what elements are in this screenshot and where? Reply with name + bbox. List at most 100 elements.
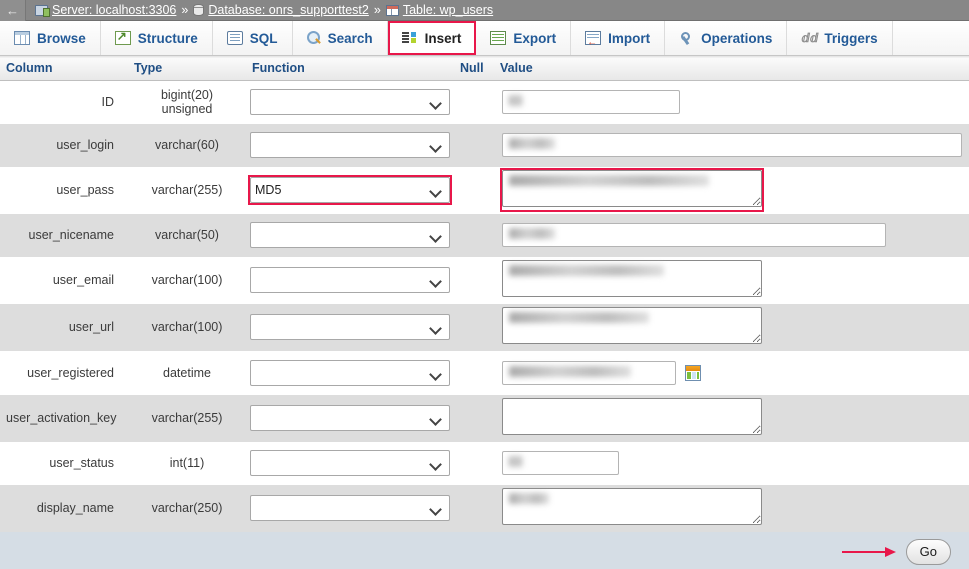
- table-row: user_url varchar(100): [0, 303, 969, 351]
- row-column-name: user_url: [0, 303, 128, 351]
- row-function-cell: [246, 303, 456, 351]
- table-row: user_pass varchar(255) MD5: [0, 166, 969, 214]
- row-value-cell: [494, 80, 969, 124]
- server-icon: [35, 4, 50, 17]
- value-textarea[interactable]: [502, 260, 762, 297]
- row-function-cell: [246, 256, 456, 304]
- value-input[interactable]: [502, 360, 676, 385]
- value-textarea[interactable]: [502, 398, 762, 435]
- sql-icon: [226, 31, 243, 45]
- value-input[interactable]: [502, 223, 886, 247]
- row-function-cell: [246, 80, 456, 124]
- row-column-name: user_activation_key: [0, 394, 128, 442]
- back-arrow-icon[interactable]: ←: [0, 0, 26, 21]
- value-field-wrapper: [500, 168, 764, 212]
- go-button[interactable]: Go: [905, 538, 951, 565]
- tab-sql-label: SQL: [249, 30, 278, 46]
- function-select[interactable]: [250, 132, 450, 158]
- table-row: user_status int(11): [0, 441, 969, 485]
- row-value-cell: [494, 166, 969, 214]
- function-select[interactable]: [250, 359, 450, 386]
- value-field-wrapper: [502, 223, 886, 247]
- row-column-type: varchar(50): [128, 213, 246, 257]
- header-function: Function: [246, 56, 456, 81]
- function-select-wrapper: MD5: [248, 175, 452, 205]
- value-input[interactable]: [502, 451, 619, 475]
- function-select[interactable]: [250, 495, 450, 521]
- row-column-name: user_status: [0, 441, 128, 485]
- tab-insert-label: Insert: [424, 30, 462, 46]
- function-select[interactable]: [250, 314, 450, 340]
- function-select[interactable]: [250, 222, 450, 248]
- browse-icon: [14, 31, 30, 45]
- tab-browse[interactable]: Browse: [0, 21, 101, 55]
- tab-import[interactable]: Import: [571, 21, 666, 55]
- row-value-cell: [494, 303, 969, 351]
- function-select-wrapper: [250, 359, 450, 386]
- function-select[interactable]: [250, 89, 450, 116]
- function-select[interactable]: [250, 450, 450, 476]
- value-input[interactable]: [502, 90, 680, 115]
- value-wrapper: [502, 398, 762, 438]
- function-select[interactable]: MD5: [250, 177, 450, 203]
- database-icon: [193, 4, 205, 16]
- row-value-cell: [494, 350, 969, 395]
- function-select[interactable]: [250, 405, 450, 431]
- row-column-name: user_pass: [0, 166, 128, 214]
- row-null-cell: [456, 441, 494, 485]
- tab-search[interactable]: Search: [292, 21, 388, 55]
- function-select[interactable]: [250, 267, 450, 293]
- tab-import-label: Import: [608, 30, 651, 46]
- tab-structure[interactable]: Structure: [100, 21, 213, 55]
- tab-triggers[interactable]: ⅆⅆ Triggers: [787, 21, 893, 55]
- tab-browse-label: Browse: [37, 30, 86, 46]
- value-textarea[interactable]: [502, 170, 762, 207]
- row-column-name: display_name: [0, 484, 128, 532]
- value-textarea[interactable]: [502, 488, 762, 525]
- value-wrapper: [502, 260, 762, 300]
- table-row: ID bigint(20) unsigned: [0, 80, 969, 124]
- row-column-name: user_nicename: [0, 213, 128, 257]
- breadcrumb-database-label: Database: onrs_supporttest2: [208, 3, 369, 17]
- table-icon: [385, 4, 399, 16]
- tab-insert[interactable]: Insert: [387, 21, 477, 55]
- row-value-cell: [494, 123, 969, 167]
- triggers-icon: ⅆⅆ: [801, 31, 819, 45]
- tab-export[interactable]: Export: [476, 21, 572, 55]
- insert-icon: [401, 31, 418, 45]
- table-row: user_registered datetime: [0, 350, 969, 395]
- breadcrumb-item-database[interactable]: Database: onrs_supporttest2: [193, 3, 369, 17]
- row-null-cell: [456, 166, 494, 214]
- search-icon: [306, 31, 321, 45]
- breadcrumb-item-server[interactable]: Server: localhost:3306: [35, 3, 176, 17]
- row-value-cell: [494, 256, 969, 304]
- table-row: user_email varchar(100): [0, 256, 969, 304]
- row-function-cell: [246, 213, 456, 257]
- tab-operations[interactable]: Operations: [665, 21, 788, 55]
- table-row: user_nicename varchar(50): [0, 213, 969, 257]
- function-select-wrapper: [250, 89, 450, 116]
- import-icon: [585, 31, 602, 48]
- tab-sql[interactable]: SQL: [212, 21, 293, 55]
- row-null-cell: [456, 394, 494, 442]
- breadcrumb-item-table[interactable]: Table: wp_users: [385, 3, 494, 17]
- value-input[interactable]: [502, 133, 962, 157]
- value-field-wrapper: [502, 133, 962, 157]
- insert-form-table: Column Type Function Null Value ID bigint…: [0, 56, 969, 569]
- row-null-cell: [456, 350, 494, 395]
- value-textarea[interactable]: [502, 307, 762, 344]
- row-value-cell: [494, 213, 969, 257]
- calendar-icon[interactable]: [685, 364, 701, 381]
- table-row: user_login varchar(60): [0, 123, 969, 167]
- row-null-cell: [456, 484, 494, 532]
- header-null: Null: [456, 56, 494, 81]
- row-column-type: datetime: [128, 350, 246, 395]
- row-column-name: ID: [0, 80, 128, 124]
- function-select-wrapper: [250, 450, 450, 476]
- row-null-cell: [456, 80, 494, 124]
- row-column-type: varchar(255): [128, 394, 246, 442]
- value-wrapper: [502, 223, 886, 247]
- breadcrumb-table-label: Table: wp_users: [402, 3, 494, 17]
- value-wrapper: [502, 451, 619, 475]
- row-column-name: user_email: [0, 256, 128, 304]
